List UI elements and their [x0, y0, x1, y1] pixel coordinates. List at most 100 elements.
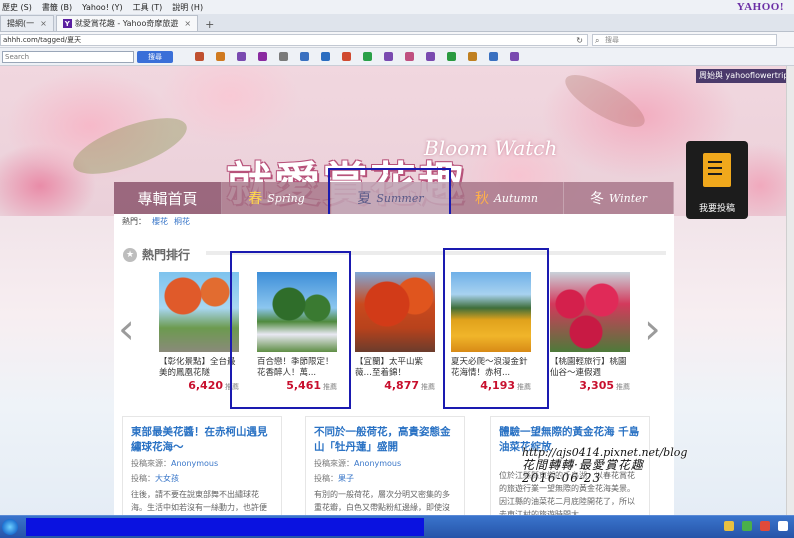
card-thumbnail[interactable] — [550, 272, 630, 352]
article-author[interactable]: Anonymous — [171, 459, 218, 468]
url-text: ahhh.com/tagged/夏天 — [3, 35, 82, 44]
article-tag-link[interactable]: 大女孩 — [155, 474, 179, 483]
menu-bookmarks[interactable]: 書籤 (B) — [42, 2, 72, 13]
side-pill[interactable]: 周始與 yahooflowertrip — [696, 69, 794, 83]
section-title: 熱門排行 — [142, 248, 191, 262]
close-icon[interactable]: × — [184, 19, 191, 28]
toolbar-app-icon[interactable] — [195, 52, 204, 61]
article-title[interactable]: 東部最美花醬！在赤柯山遇見繡球花海～ — [131, 425, 273, 455]
toolbar-app-icon[interactable] — [468, 52, 477, 61]
card-thumbnail[interactable] — [355, 272, 435, 352]
tab-home[interactable]: 專輯首頁 — [114, 182, 222, 214]
tab-winter[interactable]: 冬 Winter — [564, 182, 674, 214]
toolbar-app-icon[interactable] — [300, 52, 309, 61]
hot-link-tung[interactable]: 桐花 — [174, 216, 190, 227]
toolbar-icons — [195, 52, 531, 61]
menu-help[interactable]: 說明 (H) — [172, 2, 203, 13]
toolbar-app-icon[interactable] — [237, 52, 246, 61]
tab-autumn-en: Autumn — [493, 191, 539, 205]
tab-label: 揚網(一 — [7, 19, 35, 28]
tab-autumn-zh: 秋 — [474, 191, 489, 207]
os-taskbar — [0, 515, 794, 538]
toolbar-app-icon[interactable] — [426, 52, 435, 61]
tab-home-label: 專輯首頁 — [137, 189, 198, 208]
toolbar-app-icon[interactable] — [258, 52, 267, 61]
tab-label: 就愛賞花趣 - Yahoo奇摩旅遊 — [74, 19, 179, 28]
new-tab-icon[interactable]: + — [200, 18, 219, 31]
article-tag-link[interactable]: 果子 — [338, 474, 354, 483]
yahoo-favicon-icon: Y — [62, 19, 72, 28]
highlight-card-4 — [443, 248, 549, 409]
tab-spring[interactable]: 春 Spring — [222, 182, 332, 214]
contribute-button[interactable]: 我要投稿 — [686, 141, 748, 219]
article-card[interactable]: 東部最美花醬！在赤柯山遇見繡球花海～ 投稿來源：Anonymous 投稿：大女孩… — [122, 416, 282, 516]
toolbar-app-icon[interactable] — [216, 52, 225, 61]
card-count: 3,305 推薦 — [579, 379, 630, 392]
ranking-card[interactable]: 【宜蘭】太平山紫薇…至着錦！ 4,877 推薦 — [355, 272, 435, 392]
system-tray — [716, 521, 788, 531]
toolbar-app-icon[interactable] — [489, 52, 498, 61]
highlight-card-2 — [230, 251, 351, 409]
card-thumbnail[interactable] — [159, 272, 239, 352]
tray-icon[interactable] — [742, 521, 752, 531]
yahoo-toolbar: Search 搜尋 — [0, 48, 794, 66]
reload-icon[interactable]: ↻ — [576, 35, 583, 46]
tray-icon[interactable] — [778, 521, 788, 531]
search-placeholder: 搜尋 — [605, 35, 619, 44]
url-input[interactable]: ahhh.com/tagged/夏天 ↻ — [0, 33, 588, 46]
blog-watermark: http://ajs0414.pixnet.net/blog 花間轉轉·最愛賞花… — [522, 446, 687, 485]
card-count: 4,877 推薦 — [384, 379, 435, 392]
ranking-card[interactable]: 【桃園輕旅行】桃園仙谷～連假週 3,305 推薦 — [550, 272, 630, 392]
tray-icon[interactable] — [760, 521, 770, 531]
page-scrollbar[interactable] — [786, 66, 794, 515]
toolbar-app-icon[interactable] — [321, 52, 330, 61]
article-source: 投稿來源：Anonymous — [131, 458, 273, 469]
close-icon[interactable]: × — [40, 19, 47, 28]
toolbar-app-icon[interactable] — [447, 52, 456, 61]
card-count-unit: 推薦 — [616, 383, 630, 391]
card-count-unit: 推薦 — [421, 383, 435, 391]
section-header: ★ 熱門排行 — [123, 246, 190, 263]
tag-label: 投稿： — [131, 474, 155, 483]
source-label: 投稿來源： — [131, 459, 171, 468]
toolbar-app-icon[interactable] — [279, 52, 288, 61]
menu-tools[interactable]: 工具 (T) — [133, 2, 163, 13]
tab-winter-zh: 冬 — [590, 191, 605, 207]
toolbar-search-input[interactable]: Search — [2, 50, 134, 63]
document-icon — [703, 153, 731, 187]
contribute-label: 我要投稿 — [698, 204, 735, 214]
menu-history[interactable]: 歷史 (S) — [2, 2, 32, 13]
start-button[interactable] — [2, 519, 18, 535]
hot-link-sakura[interactable]: 櫻花 — [152, 216, 168, 227]
toolbar-search-button[interactable]: 搜尋 — [137, 50, 173, 63]
article-author[interactable]: Anonymous — [354, 459, 401, 468]
branch-decoration — [66, 106, 194, 186]
article-summary: 往後，請不要在說東部舞不出繡球花海。生活中如若沒有一絲動力，也許便錯過許多季 — [131, 490, 267, 512]
ranking-card[interactable]: 【彰化景點】全台最美的鳳凰花隧 6,420 推薦 — [159, 272, 239, 392]
tray-icon[interactable] — [724, 521, 734, 531]
carousel-prev-icon[interactable]: ‹ — [118, 308, 135, 350]
article-source: 投稿來源：Anonymous — [314, 458, 456, 469]
tab-autumn[interactable]: 秋 Autumn — [450, 182, 564, 214]
article-card[interactable]: 不同於一般荷花，高貴姿態金山「牡丹蓮」盛開 投稿來源：Anonymous 投稿：… — [305, 416, 465, 516]
article-title[interactable]: 不同於一般荷花，高貴姿態金山「牡丹蓮」盛開 — [314, 425, 456, 455]
card-count-value: 6,420 — [188, 379, 223, 392]
tab-first[interactable]: 揚網(一 × — [0, 15, 54, 31]
card-title[interactable]: 【彰化景點】全台最美的鳳凰花隧 — [159, 357, 239, 379]
watermark-date: 2016-06-23 — [522, 471, 602, 485]
toolbar-app-icon[interactable] — [405, 52, 414, 61]
toolbar-app-icon[interactable] — [363, 52, 372, 61]
browser-search-input[interactable]: ⌕ 搜尋 — [592, 33, 777, 46]
card-title[interactable]: 【桃園輕旅行】桃園仙谷～連假週 — [550, 357, 630, 379]
card-title[interactable]: 【宜蘭】太平山紫薇…至着錦！ — [355, 357, 435, 379]
toolbar-app-icon[interactable] — [510, 52, 519, 61]
carousel-next-icon[interactable]: › — [644, 308, 661, 350]
toolbar-app-icon[interactable] — [342, 52, 351, 61]
menu-yahoo[interactable]: Yahoo! (Y) — [82, 3, 122, 12]
star-icon: ★ — [123, 247, 137, 262]
address-bar: ahhh.com/tagged/夏天 ↻ ⌕ 搜尋 — [0, 32, 794, 48]
toolbar-app-icon[interactable] — [384, 52, 393, 61]
tab-active[interactable]: Y 就愛賞花趣 - Yahoo奇摩旅遊 × — [55, 15, 199, 31]
tab-spring-zh: 春 — [248, 191, 263, 207]
tab-winter-en: Winter — [609, 191, 647, 205]
